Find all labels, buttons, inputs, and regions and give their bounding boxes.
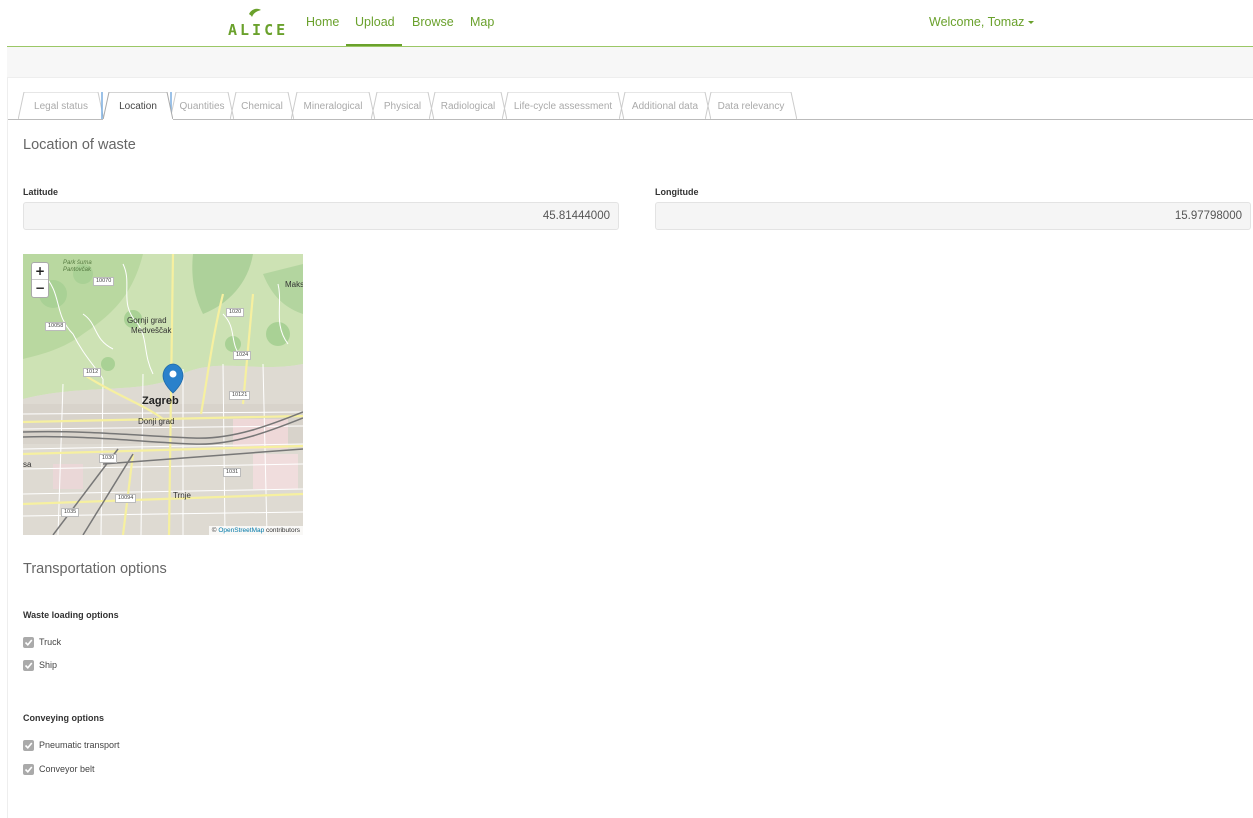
checkbox-label: Ship bbox=[39, 660, 58, 670]
road-number: 1020 bbox=[226, 308, 245, 317]
road-number: 10058 bbox=[45, 322, 67, 331]
loading-options-label: Waste loading options bbox=[23, 610, 119, 620]
road-number: 1030 bbox=[99, 454, 118, 463]
welcome-text: Welcome, Tomaz bbox=[929, 15, 1025, 29]
tab-label: Radiological bbox=[440, 101, 496, 112]
tab-label: Chemical bbox=[241, 101, 283, 112]
tab-mineralogical[interactable]: Mineralogical bbox=[291, 92, 375, 120]
map-label-donji-grad: Donji grad bbox=[138, 417, 175, 426]
brand-logo[interactable]: ALICE bbox=[228, 8, 285, 39]
sub-header-band bbox=[7, 47, 1253, 78]
tab-chemical[interactable]: Chemical bbox=[230, 92, 294, 120]
openstreetmap-link[interactable]: OpenStreetMap bbox=[218, 527, 264, 534]
road-number: 1031 bbox=[223, 468, 242, 477]
map-label-sa: sa bbox=[23, 460, 32, 469]
road-number: 10094 bbox=[115, 494, 137, 503]
map-label-gornji-grad: Gornji grad bbox=[127, 316, 167, 325]
nav-map[interactable]: Map bbox=[470, 15, 494, 29]
road-number: 10070 bbox=[93, 277, 115, 286]
checkbox-truck[interactable]: Truck bbox=[23, 635, 61, 649]
nav-upload[interactable]: Upload bbox=[355, 15, 395, 29]
latitude-input[interactable]: 45.81444000 bbox=[23, 202, 619, 230]
zoom-out-button[interactable]: − bbox=[32, 280, 48, 297]
tab-legal-status[interactable]: Legal status bbox=[18, 92, 104, 120]
user-menu[interactable]: Welcome, Tomaz bbox=[929, 15, 1035, 29]
road-number: 1035 bbox=[61, 508, 80, 517]
tab-label: Life-cycle assessment bbox=[513, 101, 613, 112]
checkbox-checked-icon bbox=[23, 659, 34, 671]
tab-radiological[interactable]: Radiological bbox=[429, 92, 507, 120]
longitude-label: Longitude bbox=[655, 187, 699, 197]
zoom-control: + − bbox=[31, 262, 49, 298]
latitude-label: Latitude bbox=[23, 187, 58, 197]
tab-life-cycle-assessment[interactable]: Life-cycle assessment bbox=[502, 92, 624, 120]
location-title: Location of waste bbox=[23, 137, 136, 153]
zoom-in-button[interactable]: + bbox=[32, 263, 48, 280]
tabs-baseline bbox=[8, 119, 1253, 120]
tab-label: Legal status bbox=[34, 101, 88, 112]
map-label-pantovcak: Pantovčak bbox=[63, 267, 92, 273]
map-label-zagreb: Zagreb bbox=[142, 395, 179, 407]
tab-label: Data relevancy bbox=[717, 101, 785, 112]
checkbox-label: Pneumatic transport bbox=[39, 740, 120, 750]
tab-label: Quantities bbox=[179, 101, 225, 112]
map-attribution: © OpenStreetMap contributors bbox=[208, 526, 303, 535]
tab-label: Additional data bbox=[631, 101, 699, 112]
conveying-options-label: Conveying options bbox=[23, 713, 104, 723]
tab-quantities[interactable]: Quantities bbox=[170, 92, 234, 120]
checkbox-checked-icon bbox=[23, 763, 34, 775]
upload-tabs: Legal status Location Quantities Chemica… bbox=[8, 91, 1253, 121]
road-number: 10121 bbox=[229, 391, 251, 400]
brand-name: ALICE bbox=[228, 21, 289, 39]
checkbox-label: Conveyor belt bbox=[39, 764, 95, 774]
location-map[interactable]: + − Park šuma Pantovčak Gornji grad Medv… bbox=[23, 254, 303, 535]
tab-data-relevancy[interactable]: Data relevancy bbox=[705, 92, 797, 120]
checkbox-checked-icon bbox=[23, 636, 34, 648]
nav-browse[interactable]: Browse bbox=[412, 15, 454, 29]
tab-physical[interactable]: Physical bbox=[371, 92, 434, 120]
map-label-maksimir: Maksim bbox=[285, 280, 303, 289]
map-label-park-suma: Park šuma bbox=[63, 260, 92, 266]
road-number: 1024 bbox=[233, 351, 252, 360]
checkbox-conveyor-belt[interactable]: Conveyor belt bbox=[23, 762, 95, 776]
transport-title: Transportation options bbox=[23, 561, 167, 577]
map-label-medvescak: Medveščak bbox=[131, 326, 172, 335]
nav-home[interactable]: Home bbox=[306, 15, 339, 29]
tab-label: Location bbox=[119, 101, 157, 112]
checkbox-ship[interactable]: Ship bbox=[23, 658, 57, 672]
road-number: 1012 bbox=[83, 368, 102, 377]
content-left-border bbox=[7, 78, 8, 818]
tab-additional-data[interactable]: Additional data bbox=[619, 92, 711, 120]
map-label-trnje: Trnje bbox=[173, 491, 191, 500]
caret-down-icon bbox=[1028, 21, 1035, 25]
checkbox-label: Truck bbox=[39, 637, 62, 647]
tab-label: Physical bbox=[383, 101, 422, 112]
checkbox-checked-icon bbox=[23, 739, 34, 751]
checkbox-pneumatic-transport[interactable]: Pneumatic transport bbox=[23, 738, 120, 752]
longitude-input[interactable]: 15.97798000 bbox=[655, 202, 1251, 230]
tab-label: Mineralogical bbox=[303, 101, 363, 112]
leaf-icon bbox=[249, 8, 261, 17]
tab-location[interactable]: Location bbox=[103, 92, 173, 120]
top-navbar: ALICE Home Upload Browse Map Welcome, To… bbox=[0, 0, 1253, 47]
